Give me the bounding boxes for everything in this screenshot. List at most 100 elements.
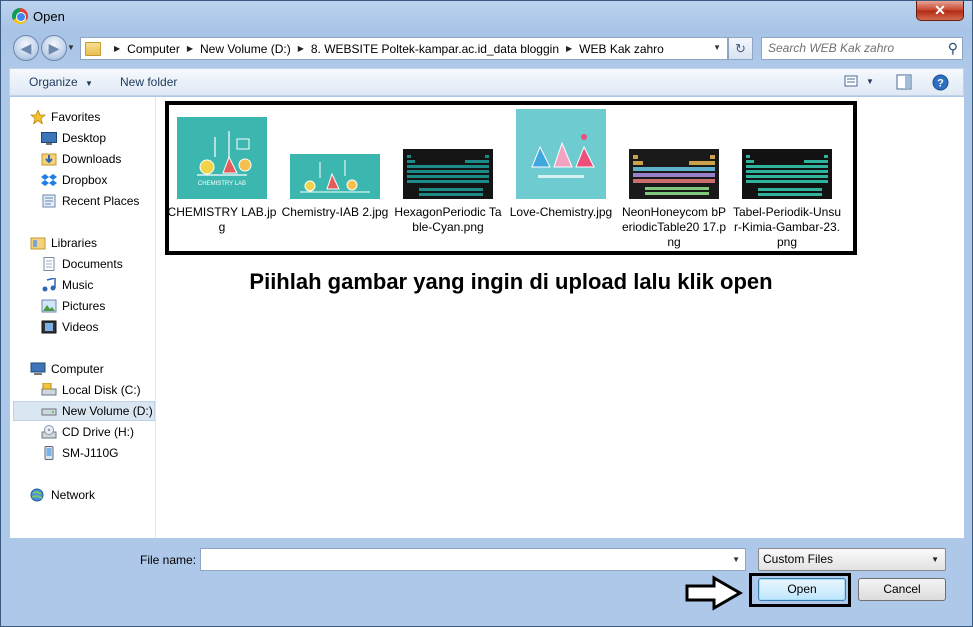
dropdown-arrow-icon: ▼: [85, 79, 93, 88]
sidebar-item-videos[interactable]: Videos: [41, 317, 98, 337]
sidebar-favorites[interactable]: Favorites: [29, 107, 100, 127]
file-name-input[interactable]: ▼: [200, 548, 746, 571]
file-item[interactable]: Tabel-Periodik-Unsur-Kimia-Gambar-23.png: [732, 107, 842, 250]
sidebar-libraries[interactable]: Libraries: [30, 233, 97, 253]
sidebar-item-desktop[interactable]: Desktop: [41, 128, 106, 148]
computer-icon: [30, 362, 46, 376]
file-item[interactable]: Chemistry-IAB 2.jpg: [280, 107, 390, 220]
open-dialog: Open ✕ ◀ ▶ ▼ ▶ Computer ▶ New Volume (D:…: [0, 0, 973, 627]
sidebar-item-pictures[interactable]: Pictures: [41, 296, 105, 316]
sidebar-label: Videos: [62, 320, 99, 334]
file-list: CHEMISTRY LAB CHEMISTRY LAB.jpg Chemistr…: [157, 97, 964, 538]
cancel-button[interactable]: Cancel: [858, 578, 946, 601]
file-item[interactable]: CHEMISTRY LAB CHEMISTRY LAB.jpg: [167, 107, 277, 235]
preview-pane-icon[interactable]: [896, 74, 912, 93]
svg-text:?: ?: [937, 78, 944, 90]
sidebar-item-documents[interactable]: Documents: [41, 254, 123, 274]
file-name: Chemistry-IAB 2.jpg: [281, 205, 389, 219]
sidebar-item-downloads[interactable]: Downloads: [41, 149, 121, 169]
sidebar-label: Documents: [62, 257, 123, 271]
command-toolbar: Organize ▼ New folder ▼ ?: [9, 68, 964, 96]
chevron-right-icon: ▶: [114, 44, 121, 53]
recent-pages-dropdown-icon[interactable]: ▼: [67, 43, 75, 52]
navigation-bar: ◀ ▶ ▼ ▶ Computer ▶ New Volume (D:) ▶ 8. …: [1, 33, 972, 63]
new-folder-button[interactable]: New folder: [120, 75, 177, 89]
file-item[interactable]: HexagonPeriodic Table-Cyan.png: [393, 107, 503, 235]
sidebar-item-local-disk-c[interactable]: Local Disk (C:): [41, 380, 141, 400]
sidebar-label: Dropbox: [62, 173, 108, 187]
file-item[interactable]: NeonHoneycom bPeriodicTable20 17.png: [619, 107, 729, 250]
view-dropdown-icon[interactable]: ▼: [866, 77, 874, 86]
sidebar-item-new-volume-d[interactable]: New Volume (D:): [13, 401, 155, 421]
file-thumbnail: [629, 149, 719, 199]
search-placeholder: Search WEB Kak zahro: [768, 41, 895, 55]
breadcrumb: ▶ Computer ▶ New Volume (D:) ▶ 8. WEBSIT…: [107, 42, 664, 56]
sidebar-label: SM-J110G: [62, 446, 119, 460]
sidebar-network[interactable]: Network: [30, 485, 95, 505]
breadcrumb-drive[interactable]: New Volume (D:): [200, 42, 291, 56]
dropbox-icon: [41, 173, 57, 187]
sidebar-item-cd-drive-h[interactable]: CD Drive (H:): [41, 422, 134, 442]
help-icon[interactable]: ?: [932, 74, 949, 94]
close-button[interactable]: ✕: [916, 1, 964, 21]
file-type-select[interactable]: Custom Files ▼: [758, 548, 946, 571]
network-icon: [30, 488, 46, 502]
thumbnail-caption: CHEMISTRY LAB: [197, 181, 247, 187]
sidebar-item-music[interactable]: Music: [41, 275, 93, 295]
refresh-button[interactable]: ↻: [728, 37, 753, 60]
phone-icon: [41, 446, 57, 460]
sidebar-computer[interactable]: Computer: [30, 359, 104, 379]
sidebar-item-phone[interactable]: SM-J110G: [41, 443, 118, 463]
chevron-right-icon[interactable]: ▶: [298, 44, 304, 53]
videos-icon: [41, 320, 57, 334]
file-name: NeonHoneycom bPeriodicTable20 17.png: [621, 205, 727, 249]
file-thumbnail: CHEMISTRY LAB: [177, 117, 267, 199]
content-area: Favorites Desktop Downloads Dropbox Rece…: [10, 97, 964, 538]
pictures-icon: [41, 299, 57, 313]
file-name: CHEMISTRY LAB.jpg: [167, 205, 277, 234]
cd-drive-icon: [41, 425, 57, 439]
sidebar-label: Desktop: [62, 131, 107, 145]
title-bar: Open ✕: [1, 1, 972, 31]
open-button[interactable]: Open: [758, 578, 846, 601]
chevron-right-icon[interactable]: ▶: [187, 44, 193, 53]
search-icon: ⚲: [947, 40, 958, 56]
file-type-value: Custom Files: [763, 552, 834, 566]
back-button[interactable]: ◀: [13, 35, 39, 61]
sidebar-label: Music: [62, 278, 94, 292]
file-item[interactable]: Love-Chemistry.jpg: [506, 107, 616, 220]
file-name-dropdown-icon[interactable]: ▼: [732, 555, 740, 564]
change-view-icon[interactable]: [844, 74, 858, 91]
sidebar-label: Network: [51, 488, 96, 502]
hard-drive-icon: [41, 382, 57, 397]
music-icon: [41, 277, 57, 292]
sidebar-label: Libraries: [51, 236, 98, 250]
address-bar[interactable]: ▶ Computer ▶ New Volume (D:) ▶ 8. WEBSIT…: [80, 37, 728, 60]
file-thumbnail: [290, 154, 380, 199]
sidebar-item-dropbox[interactable]: Dropbox: [41, 170, 107, 190]
address-dropdown-icon[interactable]: ▼: [713, 43, 721, 52]
window-title: Open: [33, 9, 65, 24]
breadcrumb-current-folder[interactable]: WEB Kak zahro: [579, 42, 664, 56]
folder-icon: [85, 41, 101, 56]
organize-menu[interactable]: Organize ▼: [29, 75, 93, 89]
sidebar-label: Computer: [51, 362, 104, 376]
search-input[interactable]: Search WEB Kak zahro ⚲: [761, 37, 963, 60]
star-icon: [29, 108, 47, 126]
file-thumbnail: [742, 149, 832, 199]
chrome-icon: [12, 8, 28, 24]
dialog-footer: File name: ▼ Custom Files ▼ Open Cancel: [1, 539, 972, 626]
forward-button[interactable]: ▶: [41, 35, 67, 61]
sidebar-label: New Volume (D:): [62, 404, 153, 418]
recent-places-icon: [41, 194, 57, 208]
breadcrumb-website-folder[interactable]: 8. WEBSITE Poltek-kampar.ac.id_data blog…: [311, 42, 559, 56]
file-name-label: File name:: [140, 553, 197, 567]
file-name: Tabel-Periodik-Unsur-Kimia-Gambar-23.png: [732, 205, 842, 249]
sidebar-item-recent-places[interactable]: Recent Places: [41, 191, 139, 211]
desktop-icon: [41, 131, 57, 145]
sidebar-label: Downloads: [62, 152, 122, 166]
sidebar-label: Local Disk (C:): [62, 383, 141, 397]
breadcrumb-computer[interactable]: Computer: [127, 42, 180, 56]
chevron-right-icon[interactable]: ▶: [566, 44, 572, 53]
downloads-icon: [41, 152, 57, 166]
